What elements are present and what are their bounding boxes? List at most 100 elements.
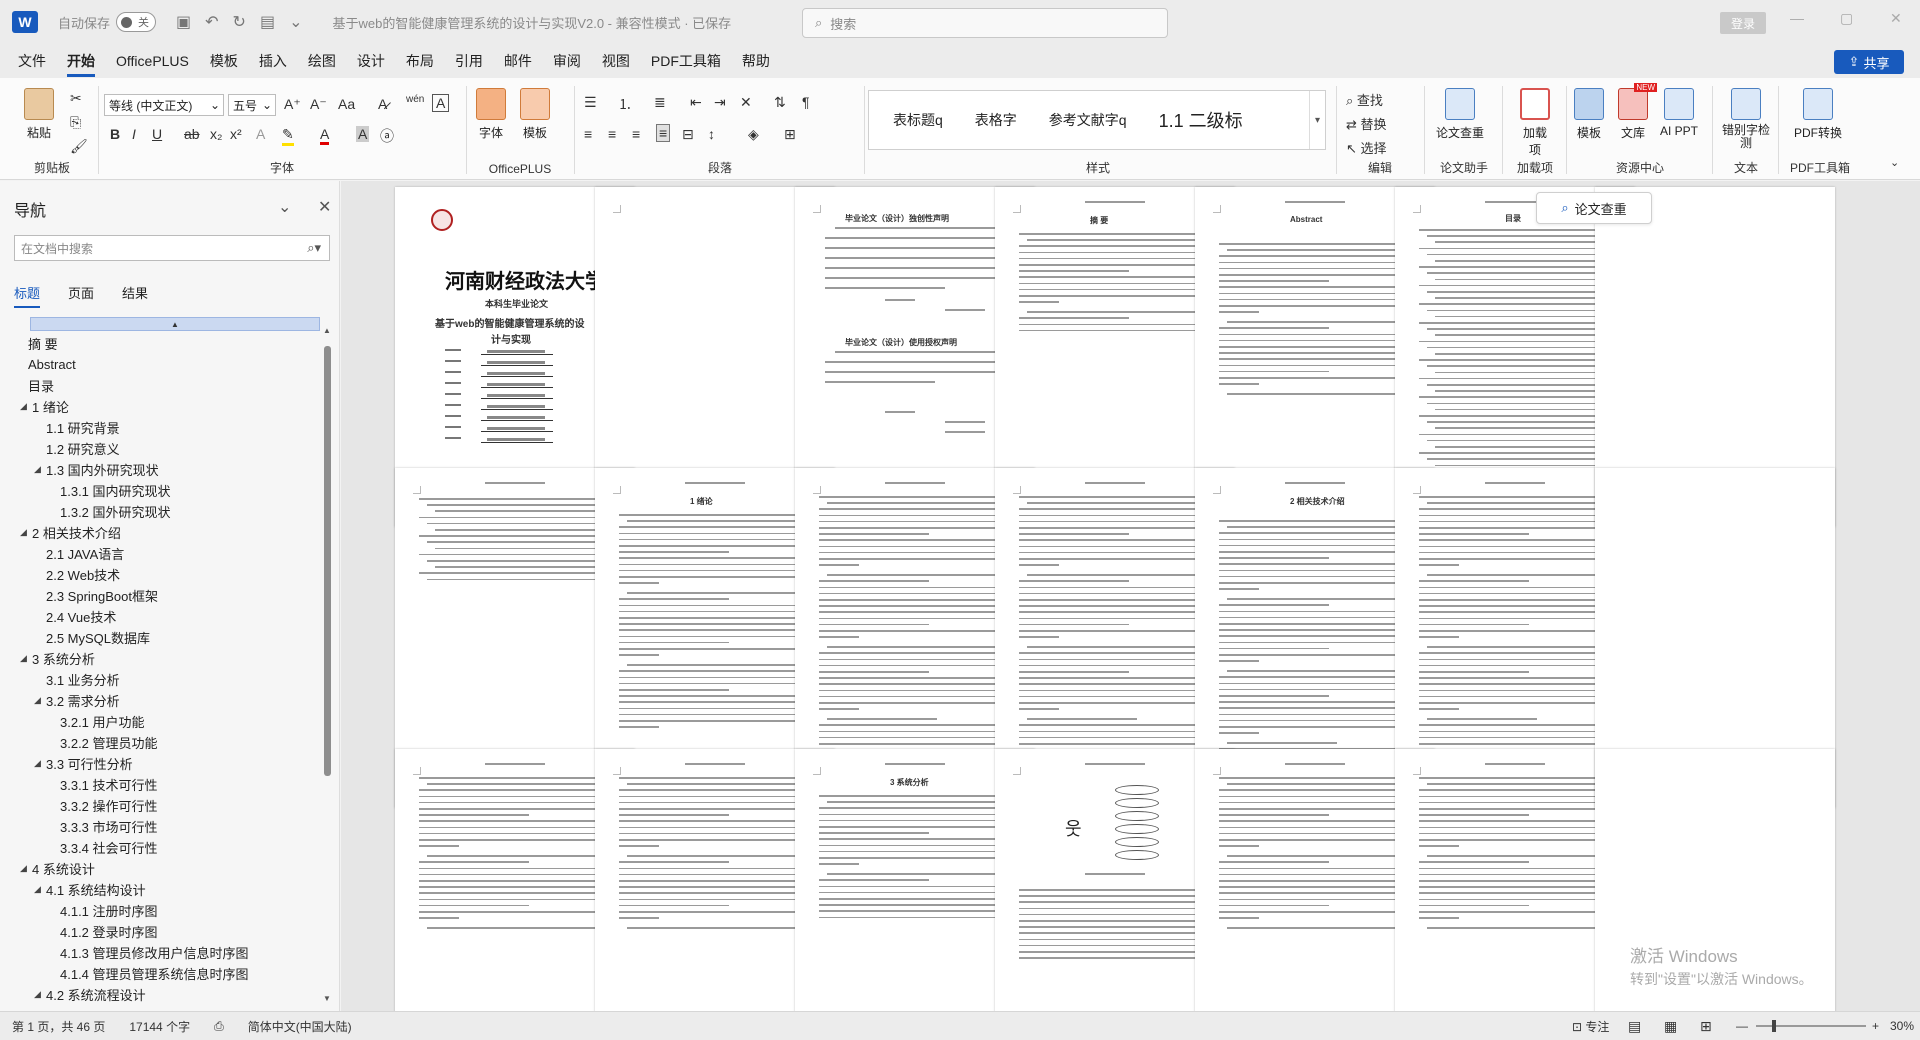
collapse-arrow-icon[interactable]: ◢ (34, 758, 46, 769)
layout-icon[interactable]: ▤ (260, 12, 275, 32)
copy-icon[interactable]: ⎘ (70, 114, 81, 131)
nav-heading-item[interactable]: 4.1.1 注册时序图 (0, 900, 320, 921)
menu-tab[interactable]: 引用 (455, 45, 483, 77)
nav-heading-item[interactable]: 3.1 业务分析 (0, 669, 320, 690)
close-icon[interactable]: ✕ (1890, 10, 1902, 27)
menu-tab[interactable]: 插入 (259, 45, 287, 77)
increase-indent-icon[interactable]: ⇥ (714, 94, 726, 111)
search-input[interactable]: ⌕ 搜索 (802, 8, 1168, 38)
strikethrough-icon[interactable]: ab (184, 126, 200, 142)
nav-heading-item[interactable]: 目录 (0, 375, 320, 396)
collapse-arrow-icon[interactable]: ◢ (20, 401, 32, 412)
resources-template-button[interactable]: 模板 (1574, 88, 1604, 141)
redo-icon[interactable]: ↻ (233, 12, 246, 32)
web-layout-icon[interactable]: ⊞ (1700, 1018, 1712, 1035)
align-center-icon[interactable]: ≡ (608, 126, 616, 142)
collapse-ribbon-icon[interactable]: ⌄ (1890, 156, 1899, 169)
highlight-icon[interactable]: ✎ (282, 126, 294, 146)
minimize-icon[interactable]: — (1790, 10, 1804, 26)
font-family-select[interactable]: 等线 (中文正文) ⌄ (104, 94, 224, 116)
select-button[interactable]: ↖ 选择 (1346, 138, 1387, 157)
ai-ppt-button[interactable]: AI PPT (1660, 88, 1698, 138)
menu-tab[interactable]: 开始 (67, 45, 95, 77)
print-layout-icon[interactable]: ▦ (1664, 1018, 1677, 1035)
menu-tab[interactable]: 帮助 (742, 45, 770, 77)
decrease-indent-icon[interactable]: ⇤ (690, 94, 702, 111)
nav-heading-item[interactable]: 2.3 SpringBoot框架 (0, 585, 320, 606)
underline-icon[interactable]: U (152, 126, 162, 142)
read-mode-icon[interactable]: ▤ (1628, 1018, 1641, 1035)
collapse-arrow-icon[interactable]: ◢ (20, 653, 32, 664)
focus-mode-button[interactable]: ⊡ 专注 (1572, 1018, 1609, 1035)
menu-tab[interactable]: 文件 (18, 45, 46, 77)
nav-tab[interactable]: 页面 (68, 283, 94, 308)
zoom-slider[interactable] (1756, 1020, 1866, 1032)
find-button[interactable]: ⌕ 查找 (1346, 90, 1383, 109)
nav-scroll-up-bar[interactable]: ▲ (30, 317, 320, 331)
line-spacing-icon[interactable]: ↕ (708, 126, 715, 142)
nav-heading-item[interactable]: 4.1.4 管理员管理系统信息时序图 (0, 963, 320, 984)
char-border-icon[interactable]: A (432, 94, 450, 112)
nav-heading-item[interactable]: 3.2.2 管理员功能 (0, 732, 320, 753)
save-icon[interactable]: ▣ (176, 12, 191, 32)
nav-heading-item[interactable]: 2.5 MySQL数据库 (0, 627, 320, 648)
undo-icon[interactable]: ↶ (205, 12, 218, 32)
cut-icon[interactable]: ✂ (70, 90, 82, 107)
nav-heading-item[interactable]: ◢ 1 绪论 (0, 396, 320, 417)
nav-heading-item[interactable]: ◢ 4.1 系统结构设计 (0, 879, 320, 900)
officeplus-template-button[interactable]: 模板 (520, 88, 550, 141)
nav-heading-item[interactable]: 3.3.1 技术可行性 (0, 774, 320, 795)
superscript-icon[interactable]: x² (230, 126, 242, 142)
change-case-icon[interactable]: Aa (338, 96, 355, 112)
collapse-arrow-icon[interactable]: ◢ (34, 464, 46, 475)
word-count[interactable]: 17144 个字 (129, 1018, 190, 1035)
typo-check-button[interactable]: 错别字检测 (1720, 88, 1772, 150)
nav-heading-item[interactable]: 3.2.1 用户功能 (0, 711, 320, 732)
nav-heading-item[interactable]: 1.3.1 国内研究现状 (0, 480, 320, 501)
maximize-icon[interactable]: ▢ (1840, 10, 1853, 27)
library-button[interactable]: NEW 文库 (1618, 83, 1657, 141)
zoom-out-icon[interactable]: — (1736, 1019, 1748, 1033)
clear-format-icon[interactable]: A̷ (378, 96, 387, 112)
bold-icon[interactable]: B (110, 126, 120, 142)
share-button[interactable]: ⇪ 共享 (1834, 50, 1904, 74)
menu-tab[interactable]: 布局 (406, 45, 434, 77)
nav-heading-item[interactable]: ◢ 3.3 可行性分析 (0, 753, 320, 774)
menu-tab[interactable]: 绘图 (308, 45, 336, 77)
menu-tab[interactable]: OfficePLUS (116, 47, 189, 75)
zoom-in-icon[interactable]: + (1872, 1019, 1879, 1033)
nav-tab[interactable]: 结果 (122, 283, 148, 308)
subscript-icon[interactable]: x₂ (210, 126, 222, 142)
collapse-arrow-icon[interactable]: ◢ (34, 695, 46, 706)
language[interactable]: 简体中文(中国大陆) (248, 1018, 352, 1035)
sort-icon[interactable]: ⇅ (774, 94, 786, 111)
nav-heading-item[interactable]: ◢ 3.2 需求分析 (0, 690, 320, 711)
menu-tab[interactable]: 设计 (357, 45, 385, 77)
nav-scroll-thumb[interactable] (324, 346, 331, 776)
align-right-icon[interactable]: ≡ (632, 126, 640, 142)
nav-heading-item[interactable]: 1.2 研究意义 (0, 438, 320, 459)
floating-paper-check-button[interactable]: ⌕ 论文查重 (1536, 192, 1652, 224)
nav-heading-item[interactable]: ◢ 2 相关技术介绍 (0, 522, 320, 543)
nav-heading-item[interactable]: Abstract (0, 354, 320, 375)
nav-heading-item[interactable]: 1.1 研究背景 (0, 417, 320, 438)
phonetic-guide-icon[interactable]: wén (406, 94, 424, 105)
justify-icon[interactable]: ≡ (656, 124, 671, 142)
nav-heading-item[interactable]: ◢ 1.3 国内外研究现状 (0, 459, 320, 480)
nav-heading-item[interactable]: ◢ 3 系统分析 (0, 648, 320, 669)
menu-tab[interactable]: PDF工具箱 (651, 45, 721, 77)
multilevel-list-icon[interactable]: ≣ (654, 94, 666, 111)
nav-heading-item[interactable]: ◢ 4 系统设计 (0, 858, 320, 879)
shading-icon[interactable]: ◈ (748, 126, 759, 143)
enclose-char-icon[interactable]: ⓐ (380, 126, 394, 146)
show-marks-icon[interactable]: ¶ (802, 94, 810, 110)
bullets-icon[interactable]: ☰ (584, 94, 597, 111)
page-count[interactable]: 第 1 页，共 46 页 (12, 1018, 105, 1035)
font-color-icon[interactable]: A (320, 126, 330, 145)
officeplus-font-button[interactable]: 字体 (476, 88, 506, 141)
nav-heading-item[interactable]: 3.3.2 操作可行性 (0, 795, 320, 816)
collapse-arrow-icon[interactable]: ◢ (34, 989, 46, 1000)
autosave-toggle[interactable]: 关 (116, 12, 157, 32)
menu-tab[interactable]: 视图 (602, 45, 630, 77)
nav-heading-item[interactable]: 2.4 Vue技术 (0, 606, 320, 627)
